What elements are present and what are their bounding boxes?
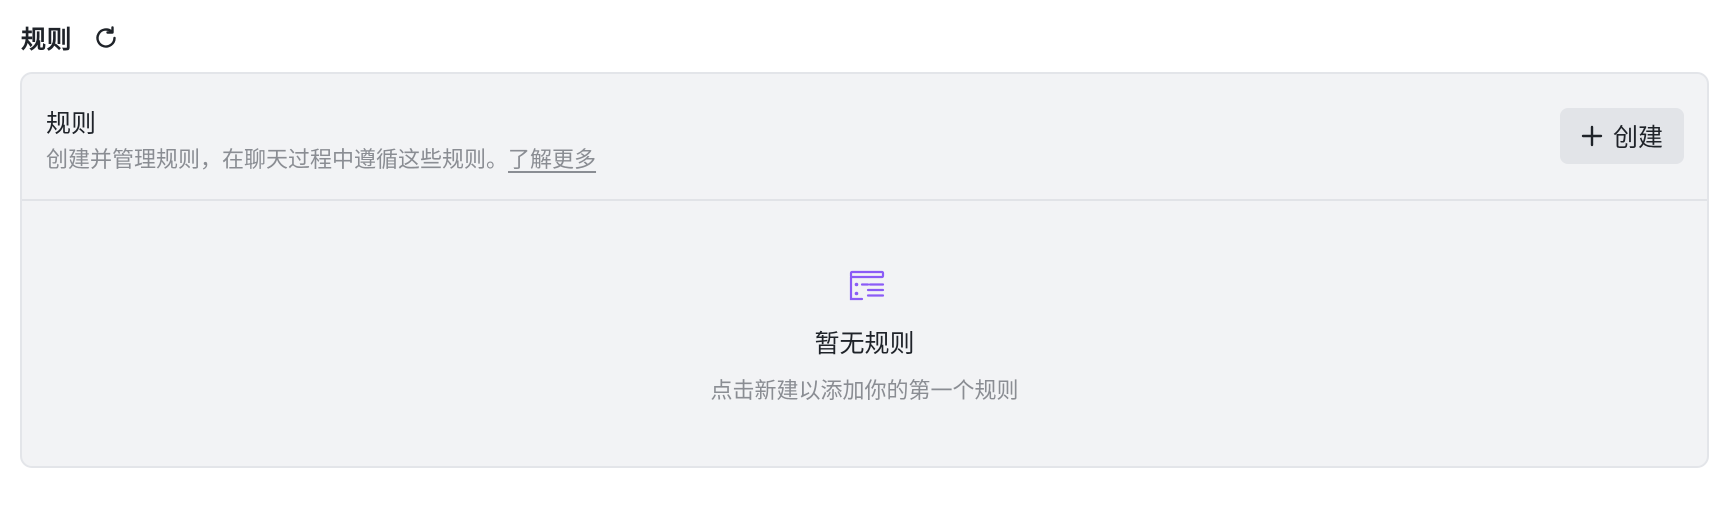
learn-more-link[interactable]: 了解更多 [508, 148, 596, 173]
refresh-button[interactable] [90, 22, 122, 54]
create-button-label: 创建 [1612, 123, 1663, 152]
page-title: 规则 [21, 25, 73, 54]
empty-state-title: 暂无规则 [814, 329, 915, 358]
page-header: 规则 [21, 18, 122, 58]
rules-list-icon [849, 270, 885, 301]
card-title: 规则 [46, 109, 97, 138]
card-description: 创建并管理规则，在聊天过程中遵循这些规则。了解更多 [46, 142, 596, 174]
rules-page: 规则 规则 创建并管理规则，在聊天过程中遵循这些规则。了解更多 创建 暂无规则 … [0, 0, 1734, 506]
card-description-text: 创建并管理规则，在聊天过程中遵循这些规则。 [46, 148, 509, 173]
empty-state-subtitle: 点击新建以添加你的第一个规则 [710, 379, 1019, 404]
card-header: 规则 创建并管理规则，在聊天过程中遵循这些规则。了解更多 创建 [22, 74, 1707, 201]
plus-icon [1581, 125, 1603, 147]
empty-state: 暂无规则 点击新建以添加你的第一个规则 [22, 201, 1707, 466]
rules-card: 规则 创建并管理规则，在聊天过程中遵循这些规则。了解更多 创建 暂无规则 点击新… [20, 72, 1709, 468]
create-button[interactable]: 创建 [1560, 108, 1684, 164]
refresh-icon [96, 26, 116, 48]
